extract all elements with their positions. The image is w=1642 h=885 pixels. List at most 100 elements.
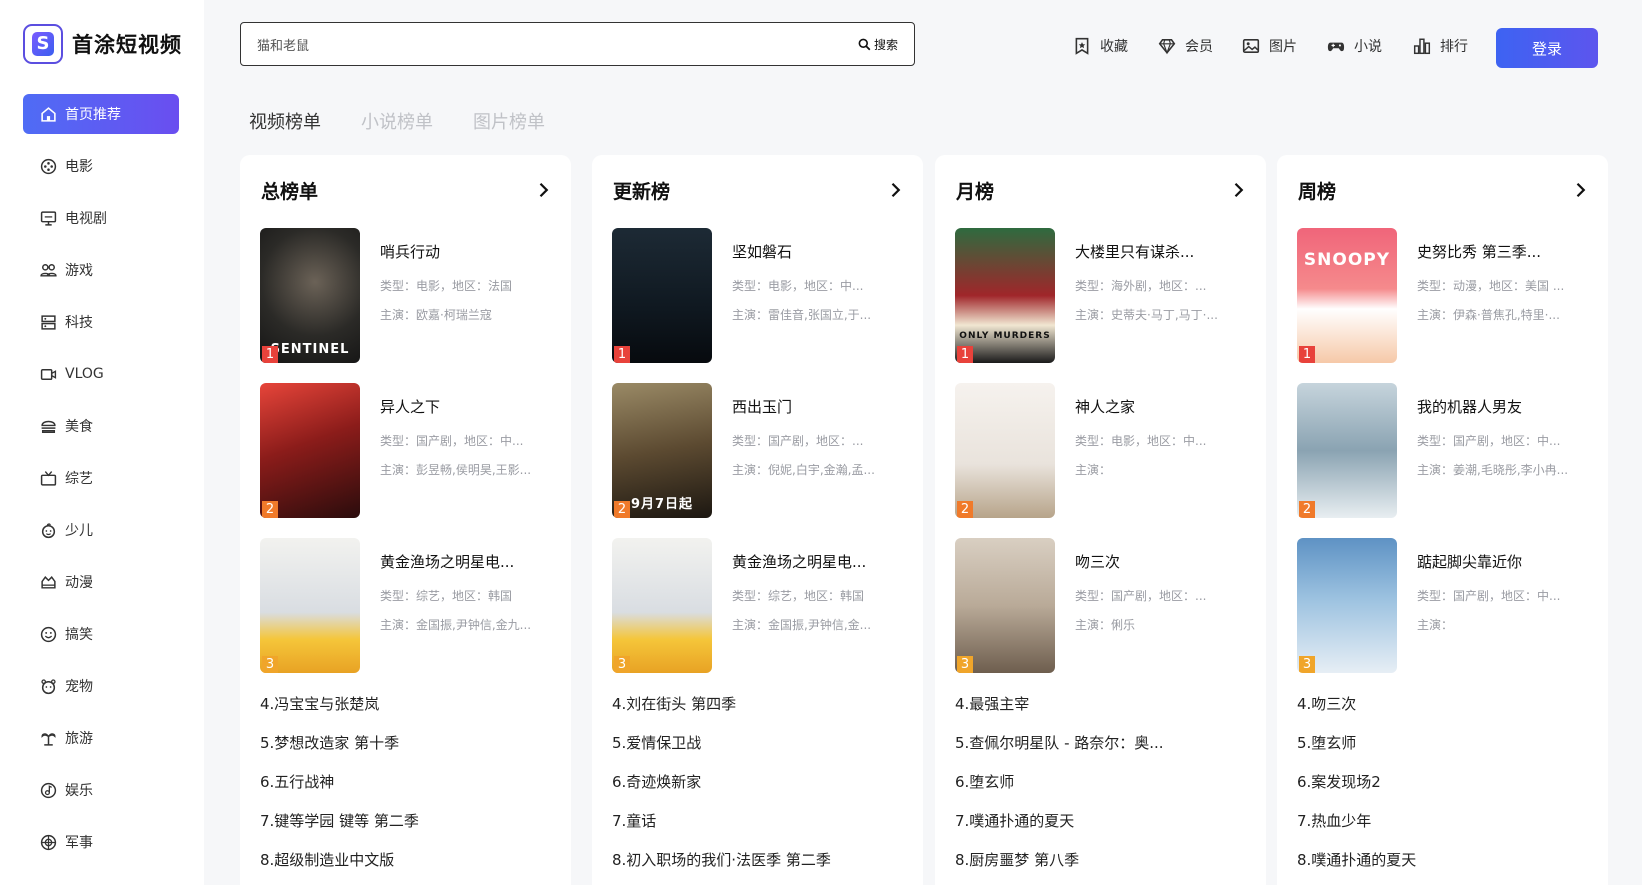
tab-image[interactable]: 图片榜单 — [473, 108, 545, 134]
sidebar-item-entertainment[interactable]: 娱乐 — [23, 770, 179, 810]
sidebar-item-anime[interactable]: 动漫 — [23, 562, 179, 602]
sidebar-item-pet[interactable]: 宠物 — [23, 666, 179, 706]
topnav-ranking[interactable]: 排行 — [1413, 36, 1468, 56]
board-top-item[interactable]: 3 黄金渔场之明星电... 类型：综艺，地区：韩国 主演：金国振,尹钟信,金九.… — [260, 538, 560, 673]
list-item[interactable]: 4.吻三次 — [1297, 693, 1587, 732]
board-top-item[interactable]: 1 坚如磐石 类型：电影，地区：中... 主演：雷佳音,张国立,于... — [612, 228, 912, 363]
board-top-item[interactable]: SENTINEL 1 哨兵行动 类型：电影，地区：法国 主演：欧嘉·柯瑞兰寇 — [260, 228, 560, 363]
list-item[interactable]: 6.五行战神 — [260, 771, 550, 810]
sidebar-item-home[interactable]: 首页推荐 — [23, 94, 179, 134]
app-logo[interactable]: S 首涂短视频 — [23, 24, 182, 64]
list-item[interactable]: 8.噗通扑通的夏天 — [1297, 849, 1587, 885]
list-item[interactable]: 5.爱情保卫战 — [612, 732, 902, 771]
search-button[interactable]: 搜索 — [858, 36, 898, 53]
sidebar-item-tech[interactable]: 科技 — [23, 302, 179, 342]
music-disc-icon — [39, 781, 57, 799]
board-list: 4.吻三次 5.堕玄师 6.案发现场2 7.热血少年 8.噗通扑通的夏天 — [1297, 693, 1587, 885]
item-cast: 主演：姜潮,毛晓彤,李小冉... — [1417, 463, 1569, 477]
board-weekly: 周榜 SNOOPY 1 史努比秀 第三季... 类型：动漫，地区：美国 ... … — [1277, 155, 1608, 885]
list-item[interactable]: 7.童话 — [612, 810, 902, 849]
board-top-item[interactable]: 3 踮起脚尖靠近你 类型：国产剧，地区：中... 主演： — [1297, 538, 1597, 673]
video-camera-icon — [39, 365, 57, 383]
topnav-favorites[interactable]: 收藏 — [1073, 36, 1128, 56]
rank-badge: 1 — [1299, 346, 1315, 363]
item-type: 类型：电影，地区：中... — [1075, 434, 1207, 448]
board-top-item[interactable]: 3 吻三次 类型：国产剧，地区：... 主演：俐乐 — [955, 538, 1255, 673]
item-title: 吻三次 — [1075, 553, 1121, 571]
sidebar-item-food[interactable]: 美食 — [23, 406, 179, 446]
poster-image: 2 — [1297, 383, 1397, 518]
list-item[interactable]: 4.最强主宰 — [955, 693, 1245, 732]
sidebar-item-variety[interactable]: 综艺 — [23, 458, 179, 498]
item-cast: 主演：彭昱畅,侯明昊,王影... — [380, 463, 532, 477]
board-monthly: 月榜 ONLY MURDERS 1 大楼里只有谋杀... 类型：海外剧，地区：.… — [935, 155, 1266, 885]
item-cast: 主演：欧嘉·柯瑞兰寇 — [380, 308, 492, 322]
item-type: 类型：国产剧，地区：... — [732, 434, 864, 448]
anime-icon — [39, 573, 57, 591]
sidebar-item-travel[interactable]: 旅游 — [23, 718, 179, 758]
search-input[interactable] — [241, 24, 858, 64]
list-item[interactable]: 8.超级制造业中文版 — [260, 849, 550, 885]
login-button[interactable]: 登录 — [1496, 28, 1598, 68]
list-item[interactable]: 6.奇迹焕新家 — [612, 771, 902, 810]
list-item[interactable]: 8.初入职场的我们·法医季 第二季 — [612, 849, 902, 885]
list-item[interactable]: 5.查佩尔明星队 - 路奈尔：奥... — [955, 732, 1245, 771]
topnav-images[interactable]: 图片 — [1242, 36, 1297, 56]
list-item[interactable]: 5.堕玄师 — [1297, 732, 1587, 771]
sidebar-item-vlog[interactable]: VLOG — [23, 354, 179, 394]
search-button-label: 搜索 — [873, 37, 898, 52]
list-item[interactable]: 8.厨房噩梦 第八季 — [955, 849, 1245, 885]
item-title: 异人之下 — [380, 398, 441, 416]
list-item[interactable]: 6.堕玄师 — [955, 771, 1245, 810]
board-updated: 更新榜 1 坚如磐石 类型：电影，地区：中... 主演：雷佳音,张国立,于...… — [592, 155, 923, 885]
board-top-item[interactable]: 2 异人之下 类型：国产剧，地区：中... 主演：彭昱畅,侯明昊,王影... — [260, 383, 560, 518]
sidebar-item-kids[interactable]: 少儿 — [23, 510, 179, 550]
topnav-novels[interactable]: 小说 — [1327, 36, 1382, 56]
topnav-label: 小说 — [1354, 39, 1382, 55]
board-top-item[interactable]: ONLY MURDERS 1 大楼里只有谋杀... 类型：海外剧，地区：... … — [955, 228, 1255, 363]
sidebar-item-label: 旅游 — [65, 731, 93, 747]
list-item[interactable]: 4.冯宝宝与张楚岚 — [260, 693, 550, 732]
sidebar-item-label: 宠物 — [65, 679, 93, 695]
topnav-vip[interactable]: 会员 — [1158, 36, 1213, 56]
board-top-item[interactable]: 9月7日起 2 西出玉门 类型：国产剧，地区：... 主演：倪妮,白宇,金瀚,孟… — [612, 383, 912, 518]
poster-image: 3 — [1297, 538, 1397, 673]
board-top-item[interactable]: SNOOPY 1 史努比秀 第三季... 类型：动漫，地区：美国 ... 主演：… — [1297, 228, 1597, 363]
chevron-right-icon[interactable] — [533, 180, 553, 200]
board-top-item[interactable]: 2 神人之家 类型：电影，地区：中... 主演： — [955, 383, 1255, 518]
item-cast: 主演： — [1417, 618, 1454, 632]
list-item[interactable]: 7.热血少年 — [1297, 810, 1587, 849]
list-item[interactable]: 7.噗通扑通的夏天 — [955, 810, 1245, 849]
sidebar-item-military[interactable]: 军事 — [23, 822, 179, 862]
tab-video[interactable]: 视频榜单 — [249, 108, 321, 134]
poster-image: ONLY MURDERS 1 — [955, 228, 1055, 363]
tab-novel[interactable]: 小说榜单 — [361, 108, 433, 134]
list-item[interactable]: 6.案发现场2 — [1297, 771, 1587, 810]
chevron-right-icon[interactable] — [885, 180, 905, 200]
list-item[interactable]: 5.梦想改造家 第十季 — [260, 732, 550, 771]
rank-badge: 3 — [614, 656, 630, 673]
list-item[interactable]: 7.键等学园 键等 第二季 — [260, 810, 550, 849]
list-item[interactable]: 4.刘在街头 第四季 — [612, 693, 902, 732]
chevron-right-icon[interactable] — [1570, 180, 1590, 200]
sidebar-item-movie[interactable]: 电影 — [23, 146, 179, 186]
sidebar-item-funny[interactable]: 搞笑 — [23, 614, 179, 654]
child-face-icon — [39, 521, 57, 539]
board-top-item[interactable]: 3 黄金渔场之明星电... 类型：综艺，地区：韩国 主演：金国振,尹钟信,金..… — [612, 538, 912, 673]
rank-badge: 3 — [1299, 656, 1315, 673]
sidebar-item-tv[interactable]: 电视剧 — [23, 198, 179, 238]
bookmark-star-icon — [1075, 37, 1089, 55]
users-icon — [39, 261, 57, 279]
sidebar-item-label: 首页推荐 — [65, 107, 121, 123]
board-list: 4.冯宝宝与张楚岚 5.梦想改造家 第十季 6.五行战神 7.键等学园 键等 第… — [260, 693, 550, 885]
board-top-item[interactable]: 2 我的机器人男友 类型：国产剧，地区：中... 主演：姜潮,毛晓彤,李小冉..… — [1297, 383, 1597, 518]
item-cast: 主演：伊森·普焦孔,特里·... — [1417, 308, 1560, 322]
item-cast: 主演：倪妮,白宇,金瀚,孟... — [732, 463, 875, 477]
rank-badge: 1 — [614, 346, 630, 363]
chevron-right-icon[interactable] — [1228, 180, 1248, 200]
board-overall: 总榜单 SENTINEL 1 哨兵行动 类型：电影，地区：法国 主演：欧嘉·柯瑞… — [240, 155, 571, 885]
item-title: 坚如磐石 — [732, 243, 793, 261]
sidebar-item-game[interactable]: 游戏 — [23, 250, 179, 290]
item-title: 神人之家 — [1075, 398, 1136, 416]
item-cast: 主演：雷佳音,张国立,于... — [732, 308, 872, 322]
